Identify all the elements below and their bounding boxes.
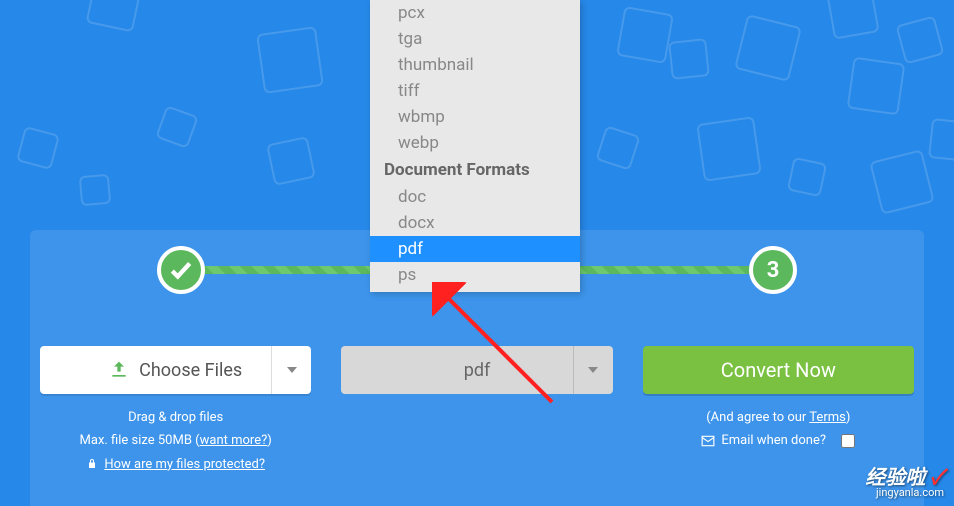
convert-label: Convert Now <box>721 358 836 382</box>
step-3: 3 <box>749 246 797 294</box>
format-dropdown-menu: pcxtgathumbnailtiffwbmpwebp Document For… <box>370 0 580 292</box>
choose-files-button[interactable]: Choose Files <box>40 346 311 394</box>
dropdown-item-thumbnail[interactable]: thumbnail <box>370 52 580 78</box>
upload-icon <box>109 360 129 380</box>
convert-subtext: (And agree to our Terms) Email when done… <box>701 406 855 453</box>
dropdown-item-tiff[interactable]: tiff <box>370 78 580 104</box>
dropdown-item-doc[interactable]: doc <box>370 184 580 210</box>
dropdown-item-webp[interactable]: webp <box>370 130 580 156</box>
dropdown-item-docx[interactable]: docx <box>370 210 580 236</box>
terms-link[interactable]: Terms <box>809 410 846 425</box>
convert-now-button[interactable]: Convert Now <box>643 346 914 394</box>
dropdown-item-pdf[interactable]: pdf <box>370 236 580 262</box>
chevron-down-icon <box>588 367 598 373</box>
chevron-down-icon <box>287 367 297 373</box>
files-protected-link[interactable]: How are my files protected? <box>104 453 265 476</box>
dropdown-section-header: Document Formats <box>370 156 580 184</box>
dropdown-item-pcx[interactable]: pcx <box>370 0 580 26</box>
choose-files-label: Choose Files <box>139 360 242 381</box>
dropdown-item-tga[interactable]: tga <box>370 26 580 52</box>
mail-icon <box>701 434 715 448</box>
dropdown-item-wbmp[interactable]: wbmp <box>370 104 580 130</box>
want-more-link[interactable]: want more? <box>200 433 268 448</box>
choose-files-subtext: Drag & drop files Max. file size 50MB (w… <box>80 406 272 476</box>
step-1-complete <box>157 246 205 294</box>
format-select-button[interactable]: pdf <box>341 346 612 394</box>
format-dropdown-toggle[interactable] <box>573 346 613 394</box>
watermark: 经验啦 ✓ jingyanla.com <box>865 467 944 498</box>
email-when-done-checkbox[interactable] <box>841 434 855 448</box>
dropdown-item-ps[interactable]: ps <box>370 262 580 288</box>
choose-files-dropdown-toggle[interactable] <box>271 346 311 394</box>
lock-icon <box>86 458 98 470</box>
